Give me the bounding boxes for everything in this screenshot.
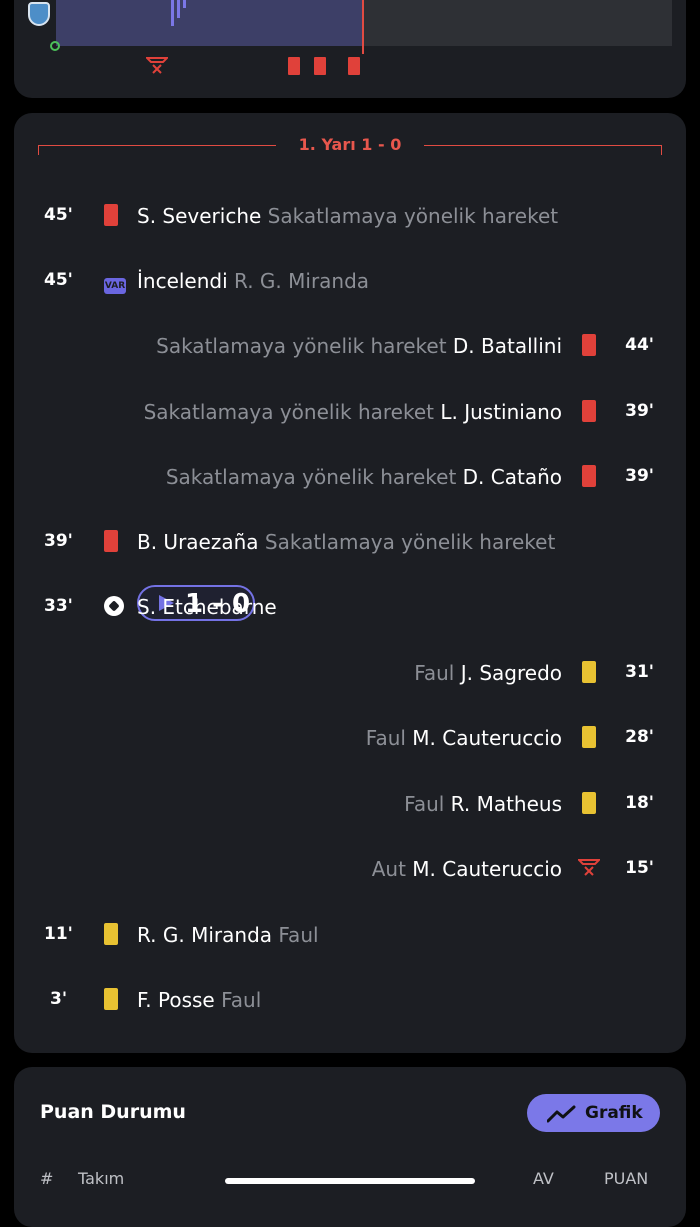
column-header-points: PUAN bbox=[604, 1169, 649, 1188]
event-minute: 18' bbox=[625, 793, 654, 813]
event-row[interactable]: 11' R. G. Miranda Faul bbox=[14, 916, 686, 956]
event-player[interactable]: D. Cataño bbox=[463, 465, 562, 489]
event-description: Sakatlamaya yönelik hareket bbox=[156, 334, 447, 358]
event-row[interactable]: Sakatlamaya yönelik hareket D. Batallini… bbox=[14, 327, 686, 367]
momentum-bar bbox=[183, 0, 186, 8]
event-minute: 33' bbox=[44, 596, 73, 616]
event-player[interactable]: L. Justiniano bbox=[440, 400, 562, 424]
match-events-card: 1. Yarı 1 - 0 45' S. Severiche Sakatlama… bbox=[14, 113, 686, 1053]
event-row[interactable]: Faul J. Sagredo 31' bbox=[14, 654, 686, 694]
red-card-icon bbox=[582, 400, 596, 422]
yellow-card-icon bbox=[104, 923, 118, 945]
event-row[interactable]: Aut M. Cauteruccio 15' bbox=[14, 850, 686, 890]
offside-flag-icon bbox=[146, 57, 168, 74]
red-card-icon bbox=[582, 465, 596, 487]
event-row[interactable]: Sakatlamaya yönelik hareket D. Cataño 39… bbox=[14, 458, 686, 498]
event-player[interactable]: R. Matheus bbox=[451, 792, 562, 816]
event-player[interactable]: S. Etchebarne bbox=[137, 595, 277, 619]
event-description: Faul bbox=[221, 988, 262, 1012]
momentum-bar bbox=[171, 0, 174, 26]
yellow-card-icon bbox=[582, 726, 596, 748]
half-time-marker bbox=[362, 0, 364, 54]
event-description: Faul bbox=[365, 726, 406, 750]
event-row[interactable]: Sakatlamaya yönelik hareket L. Justinian… bbox=[14, 393, 686, 433]
column-header-goal-diff: AV bbox=[533, 1169, 554, 1188]
football-icon bbox=[104, 596, 124, 616]
offside-flag-icon bbox=[576, 859, 602, 876]
event-description: Aut bbox=[371, 857, 406, 881]
event-row[interactable]: 45' VAR İncelendi R. G. Miranda bbox=[14, 262, 686, 302]
event-minute: 3' bbox=[50, 989, 68, 1009]
event-description: Sakatlamaya yönelik hareket bbox=[143, 400, 434, 424]
event-description: Faul bbox=[278, 923, 319, 947]
event-row[interactable]: 3' F. Posse Faul bbox=[14, 981, 686, 1021]
event-description: Faul bbox=[404, 792, 445, 816]
event-player[interactable]: M. Cauteruccio bbox=[412, 726, 562, 750]
event-row[interactable]: Faul R. Matheus 18' bbox=[14, 785, 686, 825]
momentum-bar bbox=[177, 0, 180, 18]
column-header-team: Takım bbox=[78, 1169, 125, 1188]
period-divider bbox=[424, 145, 662, 155]
event-row[interactable]: 39' B. Uraezaña Sakatlamaya yönelik hare… bbox=[14, 523, 686, 563]
event-description: Sakatlamaya yönelik hareket bbox=[264, 530, 556, 554]
event-row-goal[interactable]: 33' 1 - 0 S. Etchebarne bbox=[14, 585, 686, 628]
red-card-icon bbox=[314, 57, 326, 75]
home-team-badge-icon bbox=[28, 2, 50, 26]
event-description: Sakatlamaya yönelik hareket bbox=[267, 204, 559, 228]
red-card-icon bbox=[348, 57, 360, 75]
event-minute: 39' bbox=[44, 531, 73, 551]
event-player[interactable]: B. Uraezaña bbox=[137, 530, 259, 554]
red-card-icon bbox=[104, 530, 118, 552]
event-description: Faul bbox=[414, 661, 455, 685]
yellow-card-icon bbox=[582, 661, 596, 683]
event-player[interactable]: F. Posse bbox=[137, 988, 215, 1012]
yellow-card-icon bbox=[582, 792, 596, 814]
standings-card: Puan Durumu Grafik # Takım AV PUAN bbox=[14, 1067, 686, 1227]
chart-button[interactable]: Grafik bbox=[527, 1094, 660, 1132]
event-minute: 39' bbox=[625, 401, 654, 421]
red-card-icon bbox=[288, 57, 300, 75]
home-indicator bbox=[225, 1178, 475, 1184]
red-card-icon bbox=[582, 334, 596, 356]
trend-chart-icon bbox=[547, 1105, 576, 1123]
event-player[interactable]: M. Cauteruccio bbox=[412, 857, 562, 881]
column-header-rank: # bbox=[40, 1169, 54, 1188]
event-minute: 31' bbox=[625, 662, 654, 682]
red-card-icon bbox=[104, 204, 118, 226]
event-player[interactable]: D. Batallini bbox=[453, 334, 562, 358]
momentum-graph-remaining bbox=[364, 0, 672, 46]
event-player[interactable]: R. G. Miranda bbox=[234, 269, 369, 293]
event-minute: 45' bbox=[44, 205, 73, 225]
event-minute: 28' bbox=[625, 727, 654, 747]
momentum-graph-card bbox=[14, 0, 686, 98]
period-header: 1. Yarı 1 - 0 bbox=[38, 135, 662, 157]
event-minute: 11' bbox=[44, 924, 73, 944]
event-player[interactable]: R. G. Miranda bbox=[137, 923, 272, 947]
var-icon: VAR bbox=[104, 278, 126, 294]
event-player[interactable]: J. Sagredo bbox=[461, 661, 562, 685]
event-minute: 45' bbox=[44, 270, 73, 290]
event-row[interactable]: Faul M. Cauteruccio 28' bbox=[14, 719, 686, 759]
event-description: Sakatlamaya yönelik hareket bbox=[165, 465, 457, 489]
event-minute: 44' bbox=[625, 335, 654, 355]
kickoff-marker-icon bbox=[50, 41, 60, 51]
momentum-graph-first-half bbox=[56, 0, 364, 46]
event-row[interactable]: 45' S. Severiche Sakatlamaya yönelik har… bbox=[14, 197, 686, 237]
standings-title: Puan Durumu bbox=[40, 1101, 186, 1123]
event-player[interactable]: S. Severiche bbox=[137, 204, 261, 228]
chart-button-label: Grafik bbox=[585, 1103, 643, 1123]
event-var-status: İncelendi bbox=[137, 269, 228, 293]
yellow-card-icon bbox=[104, 988, 118, 1010]
event-minute: 39' bbox=[625, 466, 654, 486]
event-minute: 15' bbox=[625, 858, 654, 878]
